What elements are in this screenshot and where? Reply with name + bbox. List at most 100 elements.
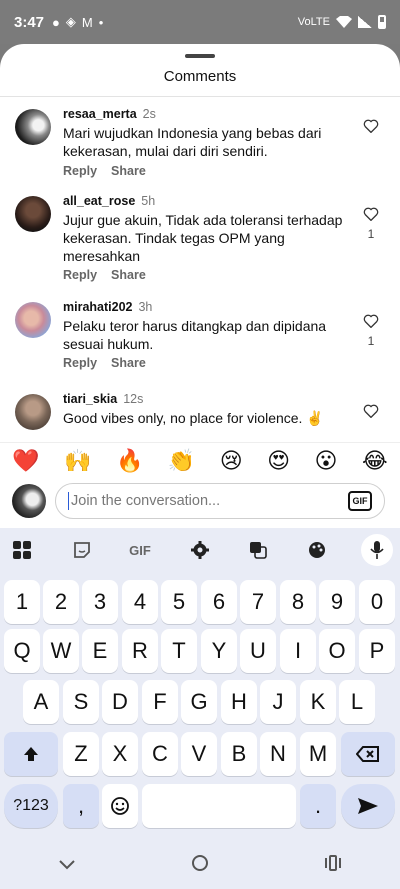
- like-button[interactable]: 1: [362, 314, 380, 348]
- comment-input-box[interactable]: GIF: [55, 483, 385, 519]
- key-p[interactable]: P: [359, 629, 395, 673]
- apps-grid-icon[interactable]: [4, 536, 40, 564]
- key-d[interactable]: D: [102, 680, 138, 724]
- key-4[interactable]: 4: [122, 580, 158, 624]
- key-3[interactable]: 3: [82, 580, 118, 624]
- symbols-key[interactable]: ?123: [4, 784, 58, 828]
- emoji-crying[interactable]: 😢: [220, 448, 243, 474]
- key-n[interactable]: N: [260, 732, 296, 776]
- like-button[interactable]: [362, 119, 380, 139]
- share-button[interactable]: Share: [111, 268, 146, 282]
- avatar[interactable]: [15, 109, 51, 145]
- dot-icon: •: [98, 14, 104, 30]
- nav-back-chevron-icon[interactable]: [58, 855, 76, 876]
- key-l[interactable]: L: [339, 680, 375, 724]
- space-bar[interactable]: [142, 784, 296, 828]
- key-u[interactable]: U: [240, 629, 276, 673]
- reply-button[interactable]: Reply: [63, 356, 97, 370]
- key-k[interactable]: K: [300, 680, 336, 724]
- signal-icon: [358, 16, 372, 28]
- key-9[interactable]: 9: [319, 580, 355, 624]
- key-t[interactable]: T: [161, 629, 197, 673]
- key-g[interactable]: G: [181, 680, 217, 724]
- avatar[interactable]: [15, 196, 51, 232]
- comment-time: 5h: [141, 194, 156, 208]
- wifi-icon: [336, 16, 352, 28]
- key-a[interactable]: A: [23, 680, 59, 724]
- key-r[interactable]: R: [122, 629, 158, 673]
- share-button[interactable]: Share: [111, 356, 146, 370]
- comment-username[interactable]: all_eat_rose 5h: [63, 194, 155, 208]
- heart-icon: [363, 207, 379, 221]
- key-y[interactable]: Y: [201, 629, 237, 673]
- like-button[interactable]: 1: [362, 207, 380, 241]
- translate-icon[interactable]: [240, 536, 276, 564]
- emoji-raised-hands[interactable]: 🙌: [64, 448, 91, 474]
- key-m[interactable]: M: [300, 732, 336, 776]
- key-0[interactable]: 0: [359, 580, 395, 624]
- key-s[interactable]: S: [63, 680, 99, 724]
- emoji-heart[interactable]: ❤️: [12, 448, 39, 474]
- like-button[interactable]: [362, 404, 380, 418]
- share-button[interactable]: Share: [111, 164, 146, 178]
- comment-item: all_eat_rose 5h Jujur gue akuin, Tidak ad…: [0, 189, 400, 296]
- period-key[interactable]: .: [300, 784, 336, 828]
- system-navigation-bar: [0, 841, 400, 889]
- key-2[interactable]: 2: [43, 580, 79, 624]
- avatar[interactable]: [15, 302, 51, 338]
- palette-icon[interactable]: [299, 536, 335, 564]
- key-c[interactable]: C: [142, 732, 178, 776]
- reply-button[interactable]: Reply: [63, 164, 97, 178]
- comment-input[interactable]: [71, 493, 348, 509]
- gif-tool[interactable]: GIF: [122, 536, 158, 564]
- key-e[interactable]: E: [82, 629, 118, 673]
- key-q[interactable]: Q: [4, 629, 40, 673]
- reply-button[interactable]: Reply: [63, 268, 97, 282]
- key-o[interactable]: O: [319, 629, 355, 673]
- key-7[interactable]: 7: [240, 580, 276, 624]
- comment-text: Jujur gue akuin, Tidak ada toleransi ter…: [63, 212, 343, 264]
- comment-username[interactable]: resaa_merta 2s: [63, 107, 156, 121]
- key-w[interactable]: W: [43, 629, 79, 673]
- emoji-surprised[interactable]: 😮: [315, 448, 338, 474]
- key-5[interactable]: 5: [161, 580, 197, 624]
- sticker-icon[interactable]: [64, 536, 100, 564]
- gif-button[interactable]: GIF: [348, 491, 372, 511]
- comment-text: Pelaku teror harus ditangkap dan dipidan…: [63, 318, 327, 352]
- emoji-key[interactable]: [102, 784, 138, 828]
- emoji-fire[interactable]: 🔥: [116, 448, 143, 474]
- nav-home-icon[interactable]: [191, 854, 209, 877]
- comment-username[interactable]: mirahati202 3h: [63, 300, 152, 314]
- key-x[interactable]: X: [102, 732, 138, 776]
- key-6[interactable]: 6: [201, 580, 237, 624]
- key-z[interactable]: Z: [63, 732, 99, 776]
- emoji-clap[interactable]: 👏: [168, 448, 195, 474]
- heart-icon: [363, 314, 379, 328]
- shift-key[interactable]: [4, 732, 58, 776]
- nav-recents-icon[interactable]: [324, 854, 342, 876]
- key-j[interactable]: J: [260, 680, 296, 724]
- avatar[interactable]: [15, 394, 51, 430]
- comment-username[interactable]: tiari_skia 12s: [63, 392, 143, 406]
- backspace-icon: [356, 746, 379, 762]
- backspace-key[interactable]: [341, 732, 395, 776]
- key-v[interactable]: V: [181, 732, 217, 776]
- emoji-laughing[interactable]: 😂: [362, 448, 388, 474]
- drag-handle[interactable]: [185, 54, 215, 58]
- key-1[interactable]: 1: [4, 580, 40, 624]
- sheet-title: Comments: [163, 68, 237, 85]
- comment-list[interactable]: resaa_merta 2s Mari wujudkan Indonesia ya…: [0, 97, 400, 440]
- key-8[interactable]: 8: [280, 580, 316, 624]
- send-key[interactable]: [341, 784, 395, 828]
- emoji-heart-eyes[interactable]: 😍: [267, 448, 290, 474]
- key-i[interactable]: I: [280, 629, 316, 673]
- key-b[interactable]: B: [221, 732, 257, 776]
- key-h[interactable]: H: [221, 680, 257, 724]
- send-arrow-icon: [358, 798, 378, 814]
- shield-icon: ◈: [65, 14, 76, 29]
- comma-key[interactable]: ,: [63, 784, 99, 828]
- comment-time: 3h: [138, 300, 153, 314]
- microphone-icon[interactable]: [361, 534, 393, 566]
- settings-gear-icon[interactable]: [182, 536, 218, 564]
- key-f[interactable]: F: [142, 680, 178, 724]
